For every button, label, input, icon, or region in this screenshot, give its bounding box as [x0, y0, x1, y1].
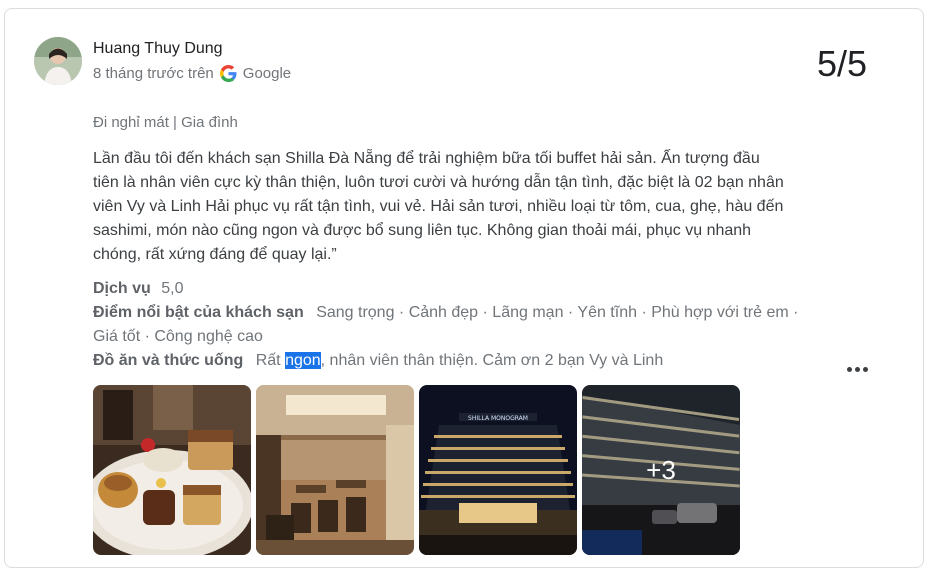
highlights-attribute: Điểm nổi bật của khách sạn Sang trọng · …	[93, 301, 798, 325]
review-text-line: tiên là nhân viên cực kỳ thân thiện, luô…	[93, 174, 784, 191]
dot-icon	[846, 366, 852, 372]
food-text-before: Rất	[255, 352, 286, 369]
service-label: Dịch vụ	[93, 280, 151, 297]
review-text-line: Lần đầu tôi đến khách sạn Shilla Đà Nẵng…	[93, 150, 760, 167]
google-icon	[219, 65, 237, 82]
dot-icon	[854, 366, 860, 372]
time-ago: 8 tháng trước trên	[93, 65, 214, 82]
author-name[interactable]: Huang Thuy Dung	[93, 40, 223, 58]
highlights-values-cont: Giá tốt · Công nghệ cao	[93, 328, 263, 345]
review-photo-3[interactable]: SHILLA MONOGRAM	[419, 385, 577, 555]
review-photo-1[interactable]	[93, 385, 251, 555]
food-text-after: , nhân viên thân thiện. Cảm ơn 2 bạn Vy …	[320, 352, 664, 369]
review-card: Huang Thuy Dung 8 tháng trước trên Googl…	[4, 8, 924, 568]
review-photo-4[interactable]: +3	[582, 385, 740, 555]
service-attribute: Dịch vụ 5,0	[93, 277, 184, 301]
review-text-line: sashimi, món nào cũng ngon và được bổ su…	[93, 222, 752, 239]
review-text-line: viên Vy và Linh Hải phục vụ rất tận tình…	[93, 198, 784, 215]
review-text: Lần đầu tôi đến khách sạn Shilla Đà Nẵng…	[93, 147, 833, 267]
highlights-label: Điểm nổi bật của khách sạn	[93, 304, 304, 321]
svg-text:SHILLA MONOGRAM: SHILLA MONOGRAM	[468, 415, 528, 422]
review-photo-2[interactable]	[256, 385, 414, 555]
more-options-button[interactable]	[845, 361, 869, 377]
review-meta: 8 tháng trước trên Google	[93, 65, 291, 82]
food-label: Đồ ăn và thức uống	[93, 352, 244, 369]
selected-text[interactable]: ngon	[285, 352, 321, 369]
highlights-values: Sang trọng · Cảnh đẹp · Lãng mạn · Yên t…	[316, 304, 799, 321]
dot-icon	[862, 366, 868, 372]
rating-score: 5/5	[816, 43, 867, 84]
avatar[interactable]	[34, 37, 82, 85]
service-score: 5,0	[161, 280, 184, 297]
source-name: Google	[242, 65, 292, 82]
trip-type: Đi nghỉ mát | Gia đình	[93, 114, 238, 131]
more-photos-count: +3	[582, 385, 740, 555]
review-text-line: chóng, rất xứng đáng để quay lại.”	[93, 246, 337, 263]
food-attribute: Đồ ăn và thức uống Rất ngon, nhân viên t…	[93, 349, 663, 373]
